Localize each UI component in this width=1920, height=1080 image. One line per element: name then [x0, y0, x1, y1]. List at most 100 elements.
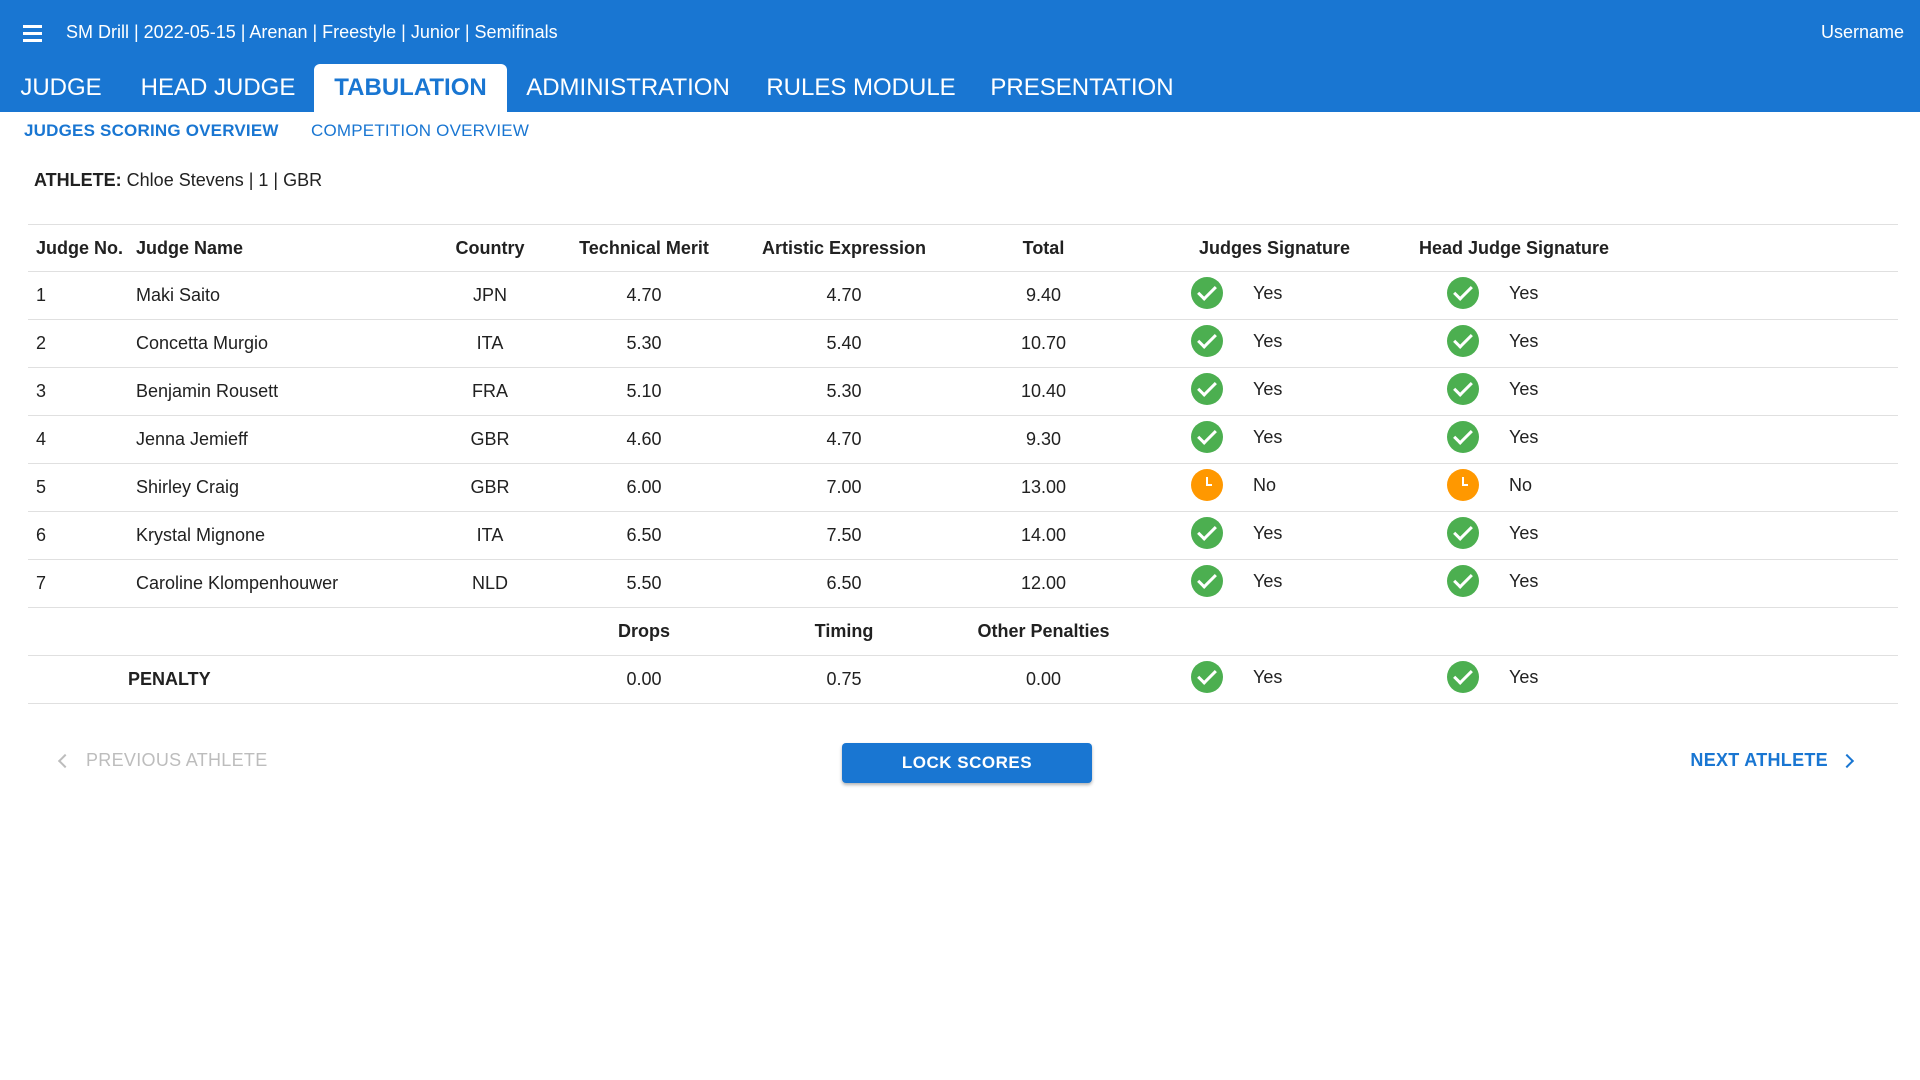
technical-merit: 6.50	[544, 511, 744, 560]
col-drops: Drops	[544, 607, 744, 656]
technical-merit: 4.70	[544, 271, 744, 320]
judge-name: Caroline Klompenhouwer	[136, 559, 436, 608]
tab-presentation[interactable]: PRESENTATION	[973, 64, 1191, 112]
head-judge-signature: Yes	[1509, 378, 1539, 399]
head-judge-signature: Yes	[1509, 282, 1539, 303]
check-circle-icon	[1447, 421, 1479, 453]
judge-no: 2	[28, 319, 136, 368]
col-timing: Timing	[744, 607, 944, 656]
judge-no: 5	[28, 463, 136, 512]
subtab-judges-scoring-overview[interactable]: JUDGES SCORING OVERVIEW	[24, 121, 279, 141]
col-judge-no: Judge No.	[28, 224, 136, 272]
artistic-expression: 4.70	[744, 415, 944, 464]
penalty-drops: 0.00	[544, 655, 744, 704]
penalty-timing: 0.75	[744, 655, 944, 704]
judge-signature: Yes	[1253, 330, 1283, 351]
table-row: 3 Benjamin Rousett FRA 5.10 5.30 10.40 Yes Yes	[28, 367, 1898, 416]
tab-tabulation[interactable]: TABULATION	[314, 64, 507, 112]
col-judges-signature: Judges Signature	[1143, 224, 1419, 272]
check-circle-icon	[1447, 517, 1479, 549]
check-circle-icon	[1191, 565, 1223, 597]
total: 12.00	[944, 559, 1143, 608]
table-row: 5 Shirley Craig GBR 6.00 7.00 13.00 No No	[28, 463, 1898, 512]
col-country: Country	[436, 224, 544, 272]
table-row: 2 Concetta Murgio ITA 5.30 5.40 10.70 Yes Yes	[28, 319, 1898, 368]
check-circle-icon	[1447, 661, 1479, 693]
penalty-head-judge-signature: Yes	[1509, 666, 1539, 687]
app-title: SM Drill | 2022-05-15 | Arenan | Freesty…	[66, 22, 558, 42]
chevron-left-icon	[57, 754, 73, 769]
menu-icon[interactable]	[18, 20, 48, 46]
clock-icon	[1447, 469, 1479, 501]
next-athlete-label: NEXT ATHLETE	[1690, 750, 1828, 770]
penalty-judge-signature: Yes	[1253, 666, 1283, 687]
judge-name: Concetta Murgio	[136, 319, 436, 368]
judge-no: 4	[28, 415, 136, 464]
athlete-label: ATHLETE:	[34, 170, 122, 190]
check-circle-icon	[1447, 373, 1479, 405]
total: 13.00	[944, 463, 1143, 512]
tab-administration[interactable]: ADMINISTRATION	[507, 64, 749, 112]
technical-merit: 6.00	[544, 463, 744, 512]
artistic-expression: 7.00	[744, 463, 944, 512]
artistic-expression: 4.70	[744, 271, 944, 320]
total: 10.40	[944, 367, 1143, 416]
penalty-header-row: Drops Timing Other Penalties	[28, 607, 1898, 656]
check-circle-icon	[1191, 277, 1223, 309]
head-judge-signature: Yes	[1509, 522, 1539, 543]
check-circle-icon	[1447, 325, 1479, 357]
judge-name: Maki Saito	[136, 271, 436, 320]
next-athlete-button[interactable]: NEXT ATHLETE	[1690, 750, 1855, 771]
judge-country: ITA	[436, 319, 544, 368]
artistic-expression: 5.30	[744, 367, 944, 416]
judge-name: Shirley Craig	[136, 463, 436, 512]
judge-name: Krystal Mignone	[136, 511, 436, 560]
scores-table: Judge No. Judge Name Country Technical M…	[28, 224, 1898, 704]
tab-head-judge[interactable]: HEAD JUDGE	[122, 64, 314, 112]
previous-athlete-label: PREVIOUS ATHLETE	[86, 750, 268, 770]
athlete-value: Chloe Stevens | 1 | GBR	[126, 170, 323, 190]
subtab-competition-overview[interactable]: COMPETITION OVERVIEW	[311, 121, 529, 141]
judge-country: ITA	[436, 511, 544, 560]
judge-no: 6	[28, 511, 136, 560]
judge-country: FRA	[436, 367, 544, 416]
col-other-penalties: Other Penalties	[944, 607, 1143, 656]
penalty-other: 0.00	[944, 655, 1143, 704]
judge-no: 3	[28, 367, 136, 416]
total: 10.70	[944, 319, 1143, 368]
judge-no: 1	[28, 271, 136, 320]
lock-scores-button[interactable]: LOCK SCORES	[842, 743, 1092, 783]
previous-athlete-button[interactable]: PREVIOUS ATHLETE	[57, 750, 268, 771]
artistic-expression: 5.40	[744, 319, 944, 368]
table-header-row: Judge No. Judge Name Country Technical M…	[28, 224, 1898, 272]
head-judge-signature: Yes	[1509, 426, 1539, 447]
col-head-judge-signature: Head Judge Signature	[1419, 224, 1667, 272]
total: 9.30	[944, 415, 1143, 464]
technical-merit: 5.50	[544, 559, 744, 608]
artistic-expression: 7.50	[744, 511, 944, 560]
penalty-label: PENALTY	[28, 655, 436, 704]
judge-country: JPN	[436, 271, 544, 320]
tab-judge[interactable]: JUDGE	[0, 64, 122, 112]
check-circle-icon	[1191, 661, 1223, 693]
check-circle-icon	[1191, 325, 1223, 357]
app-bar: SM Drill | 2022-05-15 | Arenan | Freesty…	[0, 0, 1920, 112]
judge-signature: Yes	[1253, 522, 1283, 543]
technical-merit: 4.60	[544, 415, 744, 464]
check-circle-icon	[1447, 565, 1479, 597]
penalty-row: PENALTY 0.00 0.75 0.00 Yes Yes	[28, 655, 1898, 704]
check-circle-icon	[1191, 373, 1223, 405]
total: 9.40	[944, 271, 1143, 320]
col-spacer	[1667, 224, 1898, 272]
judge-signature: Yes	[1253, 282, 1283, 303]
judge-name: Benjamin Rousett	[136, 367, 436, 416]
tab-rules-module[interactable]: RULES MODULE	[749, 64, 973, 112]
judge-signature: Yes	[1253, 426, 1283, 447]
judge-country: NLD	[436, 559, 544, 608]
head-judge-signature: Yes	[1509, 570, 1539, 591]
table-row: 1 Maki Saito JPN 4.70 4.70 9.40 Yes Yes	[28, 271, 1898, 320]
judge-signature: Yes	[1253, 570, 1283, 591]
table-row: 7 Caroline Klompenhouwer NLD 5.50 6.50 12.00 Y…	[28, 559, 1898, 608]
username[interactable]: Username	[1821, 22, 1904, 43]
check-circle-icon	[1191, 421, 1223, 453]
